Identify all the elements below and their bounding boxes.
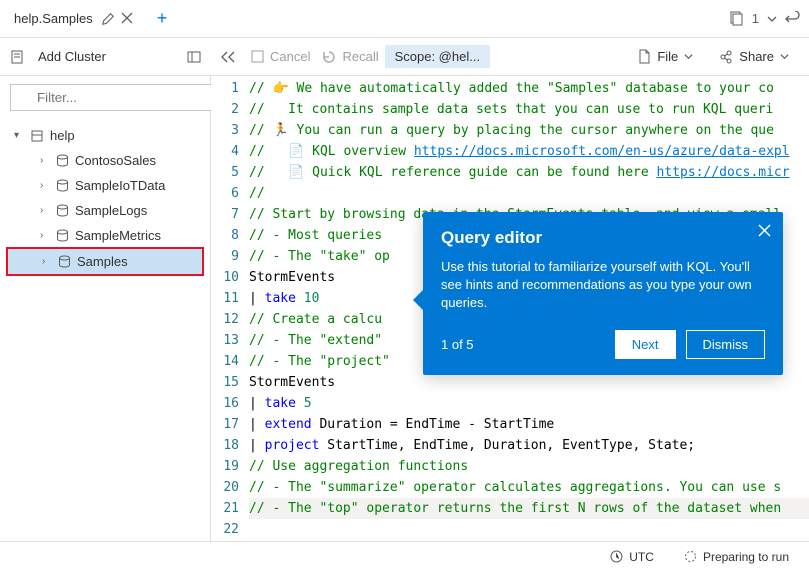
tab-help-samples[interactable]: help.Samples [8,7,139,30]
dismiss-button[interactable]: Dismiss [686,330,766,359]
tree-item-label: SampleIoTData [75,178,165,193]
filter-input[interactable] [10,84,223,111]
chevron-right-icon: › [40,205,50,216]
share-menu[interactable]: Share [713,45,795,68]
database-icon [30,129,44,143]
collapse-icon[interactable] [221,51,235,63]
tree-item-contososales[interactable]: › ContosoSales [0,148,210,173]
chevron-right-icon: › [40,230,50,241]
tree-item-label: ContosoSales [75,153,156,168]
tree-item-samplemetrics[interactable]: › SampleMetrics [0,223,210,248]
database-icon [56,229,69,242]
chevron-right-icon: › [40,155,50,166]
tutorial-body: Use this tutorial to familiarize yoursel… [441,258,765,312]
timezone-button[interactable]: UTC [604,546,660,568]
chevron-right-icon: › [40,180,50,191]
tree-root-label: help [50,128,75,143]
recall-button[interactable]: Recall [316,45,384,68]
chevron-down-icon[interactable] [767,14,777,24]
edit-icon[interactable] [101,12,115,26]
undo-icon[interactable] [785,11,801,27]
panel-icon[interactable] [187,50,201,64]
database-icon [56,154,69,167]
database-icon [56,204,69,217]
database-icon [58,255,71,268]
tab-title: help.Samples [14,11,93,26]
new-tab-button[interactable]: + [157,8,168,29]
next-button[interactable]: Next [615,330,676,359]
chevron-down-icon: ▾ [14,130,24,141]
tree-item-sampleiotdata[interactable]: › SampleIoTData [0,173,210,198]
tutorial-title: Query editor [441,228,765,248]
database-icon [56,179,69,192]
tree-item-label: SampleLogs [75,203,147,218]
close-icon[interactable] [121,12,133,26]
tree-item-label: SampleMetrics [75,228,161,243]
run-status: Preparing to run [678,546,795,568]
file-menu[interactable]: File [632,45,699,68]
tutorial-callout: Query editor Use this tutorial to famili… [423,212,783,375]
scope-selector[interactable]: Scope: @hel... [385,45,490,68]
chevron-right-icon: › [42,256,52,267]
sidebar: ▾ help › ContosoSales › SampleIoTData › … [0,76,211,541]
status-bar: UTC Preparing to run [0,541,809,571]
add-cluster-button[interactable]: Add Cluster [32,45,112,68]
cluster-icon [10,50,24,64]
copy-icon[interactable] [728,11,744,27]
cluster-tree: ▾ help › ContosoSales › SampleIoTData › … [0,119,210,280]
tree-item-samples[interactable]: › Samples [8,249,202,274]
copy-count: 1 [752,11,759,26]
tutorial-step: 1 of 5 [441,337,474,352]
tree-root-help[interactable]: ▾ help [0,123,210,148]
tree-item-samplelogs[interactable]: › SampleLogs [0,198,210,223]
tree-item-label: Samples [77,254,128,269]
cancel-button[interactable]: Cancel [245,45,316,68]
close-icon[interactable] [758,224,771,237]
line-gutter: 1234567891011121314151617181920212223 [211,76,249,541]
